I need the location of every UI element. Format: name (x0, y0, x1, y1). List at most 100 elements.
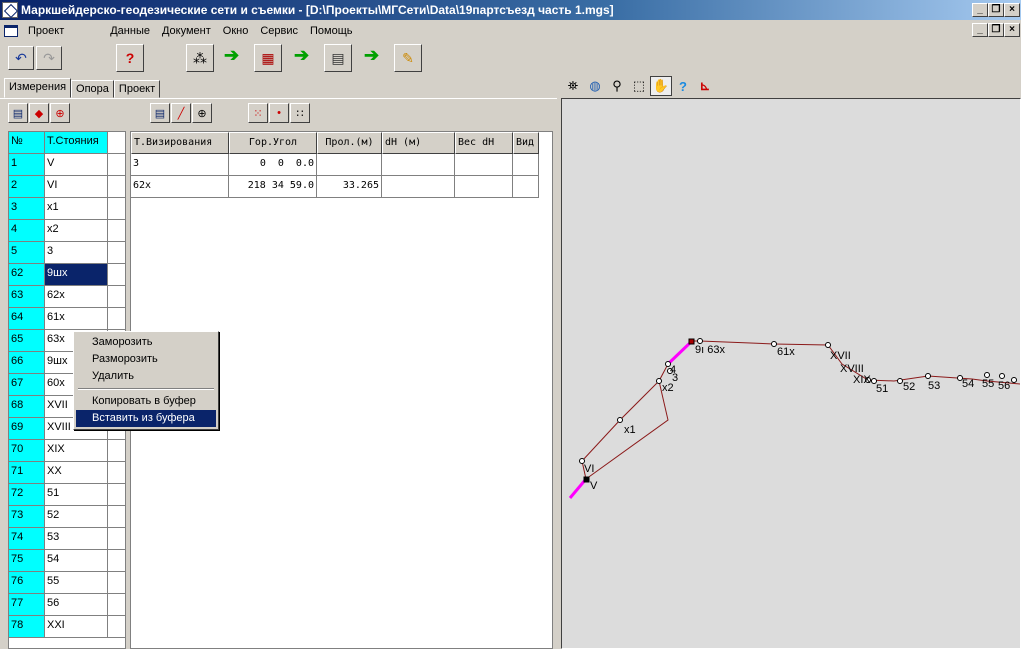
table-row[interactable]: 53 (9, 242, 125, 264)
table-row[interactable]: 73 52 (9, 506, 125, 528)
menu-data[interactable]: Данные (104, 25, 156, 37)
points-spread-icon[interactable]: ⁙ (248, 103, 268, 123)
map-point[interactable] (583, 476, 590, 483)
zoom-icon[interactable]: ⊕ (192, 103, 212, 123)
station-cell[interactable]: 52 (45, 506, 108, 527)
dh-cell[interactable] (382, 154, 455, 176)
row-number[interactable]: 62 (9, 264, 45, 285)
menu-item-unfreeze[interactable]: Разморозить (76, 351, 216, 368)
pan-hand-icon[interactable]: ✋ (650, 76, 672, 96)
map-canvas[interactable]: VI V x1 x2 3 4 9ı 63x 61x XVII XVIII XIX… (561, 98, 1021, 649)
map-point[interactable] (617, 417, 623, 423)
station-cell[interactable]: x2 (45, 220, 108, 241)
kind-cell[interactable] (513, 176, 539, 198)
station-cell[interactable]: 9шх (45, 264, 108, 285)
table-row[interactable]: 64 61х (9, 308, 125, 330)
magic-wand-icon[interactable]: ⁂ (186, 44, 214, 72)
header-kind[interactable]: Вид (513, 132, 539, 154)
header-span[interactable]: Прол.(м) (317, 132, 382, 154)
row-number[interactable]: 67 (9, 374, 45, 395)
angle-cell[interactable]: 0 0 0.0 (229, 154, 317, 176)
angle-cell[interactable]: 218 34 59.0 (229, 176, 317, 198)
target-cell[interactable]: 3 (131, 154, 229, 176)
row-number[interactable]: 69 (9, 418, 45, 439)
map-point[interactable] (771, 341, 777, 347)
table-row[interactable]: 71 XX (9, 462, 125, 484)
header-number[interactable]: № (9, 132, 45, 153)
table-row[interactable]: 2 VI (9, 176, 125, 198)
axes-icon[interactable]: ⊾ (694, 76, 716, 96)
menu-document[interactable]: Документ (156, 25, 217, 37)
row-number[interactable]: 2 (9, 176, 45, 197)
station-cell[interactable]: 3 (45, 242, 108, 263)
row-number[interactable]: 3 (9, 198, 45, 219)
header-dh[interactable]: dH (м) (382, 132, 455, 154)
row-number[interactable]: 5 (9, 242, 45, 263)
point-icon[interactable]: • (269, 103, 289, 123)
station-cell[interactable]: 61х (45, 308, 108, 329)
calculator-icon[interactable]: ▤ (324, 44, 352, 72)
menu-help[interactable]: Помощь (304, 25, 359, 37)
table-row[interactable]: 77 56 (9, 594, 125, 616)
minimize-button[interactable]: _ (972, 3, 988, 17)
dh-cell[interactable] (382, 176, 455, 198)
table-row[interactable]: 62 9шх (9, 264, 125, 286)
doc-minimize-button[interactable]: _ (972, 23, 988, 37)
table-row[interactable]: 63 62х (9, 286, 125, 308)
table-row[interactable]: 1V (9, 154, 125, 176)
map-point[interactable] (688, 338, 695, 345)
map-point[interactable] (1011, 377, 1017, 383)
header-angle[interactable]: Гор.Угол (229, 132, 317, 154)
station-cell[interactable]: VI (45, 176, 108, 197)
row-number[interactable]: 73 (9, 506, 45, 527)
points-corner-icon[interactable]: ∷ (290, 103, 310, 123)
help-icon[interactable]: ? (672, 76, 694, 96)
row-number[interactable]: 65 (9, 330, 45, 351)
station-cell[interactable]: V (45, 154, 108, 175)
header-weight[interactable]: Вес dH (455, 132, 513, 154)
row-number[interactable]: 76 (9, 572, 45, 593)
row-number[interactable]: 77 (9, 594, 45, 615)
station-cell[interactable]: 51 (45, 484, 108, 505)
map-point[interactable] (825, 342, 831, 348)
redo-icon[interactable]: ↷ (36, 46, 62, 70)
table-row[interactable]: 74 53 (9, 528, 125, 550)
row-number[interactable]: 71 (9, 462, 45, 483)
pencil-icon[interactable]: ✎ (394, 44, 422, 72)
row-number[interactable]: 1 (9, 154, 45, 175)
station-cell[interactable]: XX (45, 462, 108, 483)
edit-table-icon[interactable]: ▤ (150, 103, 170, 123)
row-number[interactable]: 66 (9, 352, 45, 373)
zoom-icon[interactable]: ⊕ (50, 103, 70, 123)
point-icon[interactable]: ◆ (29, 103, 49, 123)
table-row[interactable]: 62х 218 34 59.0 33.265 (131, 176, 552, 198)
span-cell[interactable]: 33.265 (317, 176, 382, 198)
row-number[interactable]: 64 (9, 308, 45, 329)
edit-table-icon[interactable]: ▤ (8, 103, 28, 123)
close-button[interactable]: × (1004, 3, 1020, 17)
table-row[interactable]: 70 XIX (9, 440, 125, 462)
menu-item-freeze[interactable]: Заморозить (76, 334, 216, 351)
map-point[interactable] (656, 378, 662, 384)
row-number[interactable]: 68 (9, 396, 45, 417)
menu-window[interactable]: Окно (217, 25, 255, 37)
menu-item-copy[interactable]: Копировать в буфер (76, 393, 216, 410)
tab-measurements[interactable]: Измерения (4, 78, 72, 98)
menu-item-delete[interactable]: Удалить (76, 368, 216, 385)
station-cell[interactable]: XXI (45, 616, 108, 637)
station-cell[interactable]: 56 (45, 594, 108, 615)
table-row[interactable]: 30 0 0.0 (131, 154, 552, 176)
table-row[interactable]: 72 51 (9, 484, 125, 506)
station-cell[interactable]: 54 (45, 550, 108, 571)
row-number[interactable]: 78 (9, 616, 45, 637)
select-rect-icon[interactable]: ⬚ (628, 76, 650, 96)
row-number[interactable]: 75 (9, 550, 45, 571)
table-row[interactable]: 75 54 (9, 550, 125, 572)
doc-close-button[interactable]: × (1004, 23, 1020, 37)
tab-project[interactable]: Проект (113, 80, 161, 98)
doc-restore-button[interactable]: ❐ (988, 23, 1004, 37)
map-point[interactable] (897, 378, 903, 384)
calc-grid-icon[interactable]: ▦ (254, 44, 282, 72)
menu-item-paste[interactable]: Вставить из буфера (76, 410, 216, 427)
station-cell[interactable]: x1 (45, 198, 108, 219)
